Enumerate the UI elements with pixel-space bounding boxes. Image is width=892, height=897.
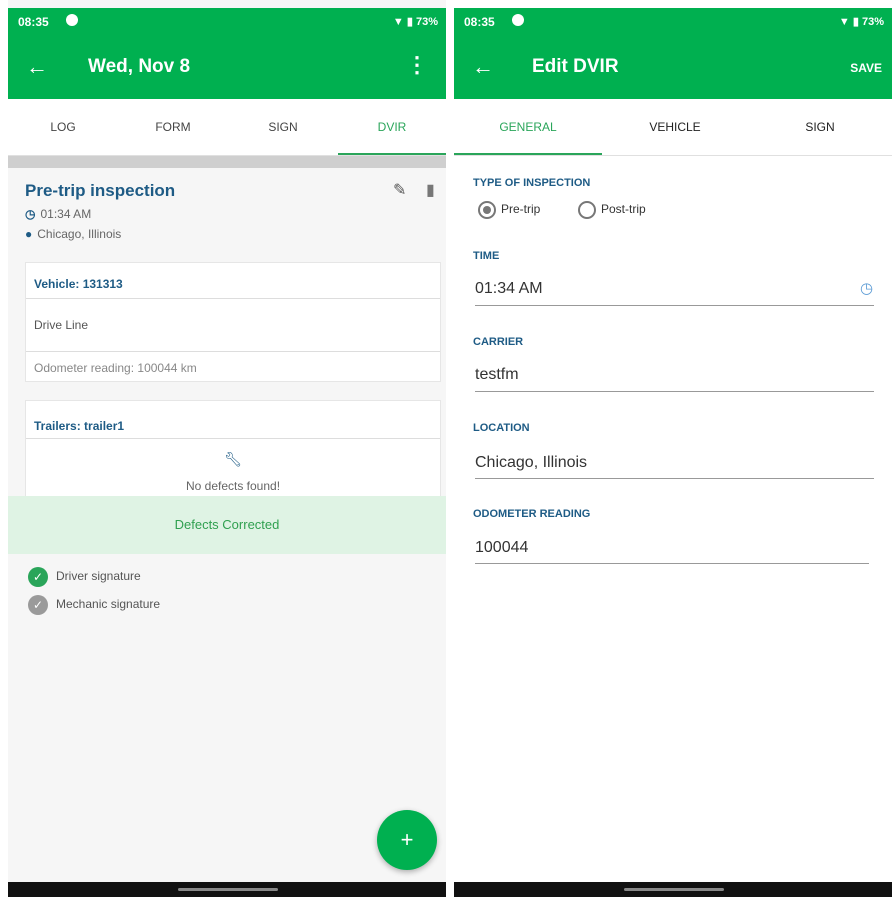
vehicle-item: Drive Line (34, 318, 89, 332)
system-nav-bar (454, 882, 892, 897)
divider (26, 438, 440, 439)
tab-log[interactable]: LOG (8, 99, 118, 155)
tab-bar: LOG FORM SIGN DVIR (8, 99, 446, 156)
odometer-text: Odometer reading: 100044 km (34, 361, 197, 375)
status-bar: 08:35 ▼ ▮ 73% (8, 8, 446, 36)
radio-post-trip[interactable]: Post-trip (578, 201, 646, 219)
tab-dvir[interactable]: DVIR (338, 99, 446, 155)
type-of-inspection-label: TYPE OF INSPECTION (473, 177, 591, 189)
check-circle-icon: ✓ (28, 567, 48, 587)
tab-sign[interactable]: SIGN (228, 99, 338, 155)
home-handle[interactable] (624, 888, 724, 891)
radio-selected-icon (478, 201, 496, 219)
app-bar: ← Edit DVIR SAVE (454, 36, 892, 99)
divider (475, 563, 869, 564)
location-pin-icon: ● (25, 227, 33, 241)
app-bar: ← Wed, Nov 8 ⋮ (8, 36, 446, 99)
overflow-menu-icon[interactable]: ⋮ (406, 52, 428, 78)
defects-corrected-banner: Defects Corrected (8, 496, 446, 554)
status-bar: 08:35 ▼ ▮ 73% (454, 8, 892, 36)
page-title: Edit DVIR (532, 56, 619, 77)
edit-dvir-screen: 08:35 ▼ ▮ 73% ← Edit DVIR SAVE GENERAL V… (454, 0, 892, 897)
status-time: 08:35 (464, 15, 495, 29)
clock-icon: ◷ (25, 207, 36, 221)
radio-pre-trip[interactable]: Pre-trip (478, 201, 540, 219)
page-title: Wed, Nov 8 (88, 56, 191, 77)
divider (475, 305, 874, 306)
check-circle-icon: ✓ (28, 595, 48, 615)
location-field[interactable]: Chicago, Illinois (475, 454, 587, 472)
inspection-location: ● Chicago, Illinois (25, 227, 122, 241)
divider (8, 156, 446, 168)
home-handle[interactable] (178, 888, 278, 891)
vehicle-header: Vehicle: 131313 (34, 277, 123, 291)
carrier-label: CARRIER (473, 336, 524, 348)
divider (26, 351, 440, 352)
trailer-box[interactable]: Trailers: trailer1 🔧︎ No defects found! (25, 400, 441, 498)
tab-vehicle[interactable]: VEHICLE (602, 99, 748, 155)
divider (475, 478, 874, 479)
odometer-field[interactable]: 100044 (475, 539, 528, 557)
tab-bar: GENERAL VEHICLE SIGN (454, 99, 892, 156)
notification-icon (512, 14, 524, 26)
edit-icon[interactable]: ✎ (393, 180, 406, 200)
odometer-label: ODOMETER READING (473, 508, 591, 520)
no-defects-text: No defects found! (185, 479, 281, 493)
delete-icon[interactable]: ▮ (426, 180, 435, 200)
back-arrow-icon[interactable]: ← (26, 54, 48, 80)
time-label: TIME (473, 250, 500, 262)
add-button[interactable]: + (377, 810, 437, 870)
radio-unselected-icon (578, 201, 596, 219)
clock-icon[interactable]: ◷ (860, 279, 873, 297)
divider (475, 391, 874, 392)
wrench-icon: 🔧︎ (224, 451, 242, 467)
vehicle-box[interactable]: Vehicle: 131313 Drive Line Odometer read… (25, 262, 441, 382)
mechanic-signature[interactable]: ✓ Mechanic signature (28, 595, 160, 615)
location-label: LOCATION (473, 422, 530, 434)
status-time: 08:35 (18, 15, 49, 29)
time-field[interactable]: 01:34 AM (475, 280, 543, 298)
inspection-time: ◷ 01:34 AM (25, 207, 92, 221)
status-battery: ▼ ▮ 73% (392, 16, 438, 28)
driver-signature[interactable]: ✓ Driver signature (28, 567, 141, 587)
system-nav-bar (8, 882, 446, 897)
notification-icon (66, 14, 78, 26)
inspection-title: Pre-trip inspection (25, 181, 176, 200)
trailer-header: Trailers: trailer1 (34, 419, 125, 433)
save-button[interactable]: SAVE (850, 61, 882, 75)
back-arrow-icon[interactable]: ← (472, 54, 494, 80)
dvir-list-screen: 08:35 ▼ ▮ 73% ← Wed, Nov 8 ⋮ LOG FORM SI… (8, 0, 446, 897)
status-battery: ▼ ▮ 73% (838, 16, 884, 28)
divider (26, 298, 440, 299)
carrier-field[interactable]: testfm (475, 366, 519, 384)
tab-sign[interactable]: SIGN (748, 99, 892, 155)
tab-form[interactable]: FORM (118, 99, 228, 155)
tab-general[interactable]: GENERAL (454, 99, 602, 155)
